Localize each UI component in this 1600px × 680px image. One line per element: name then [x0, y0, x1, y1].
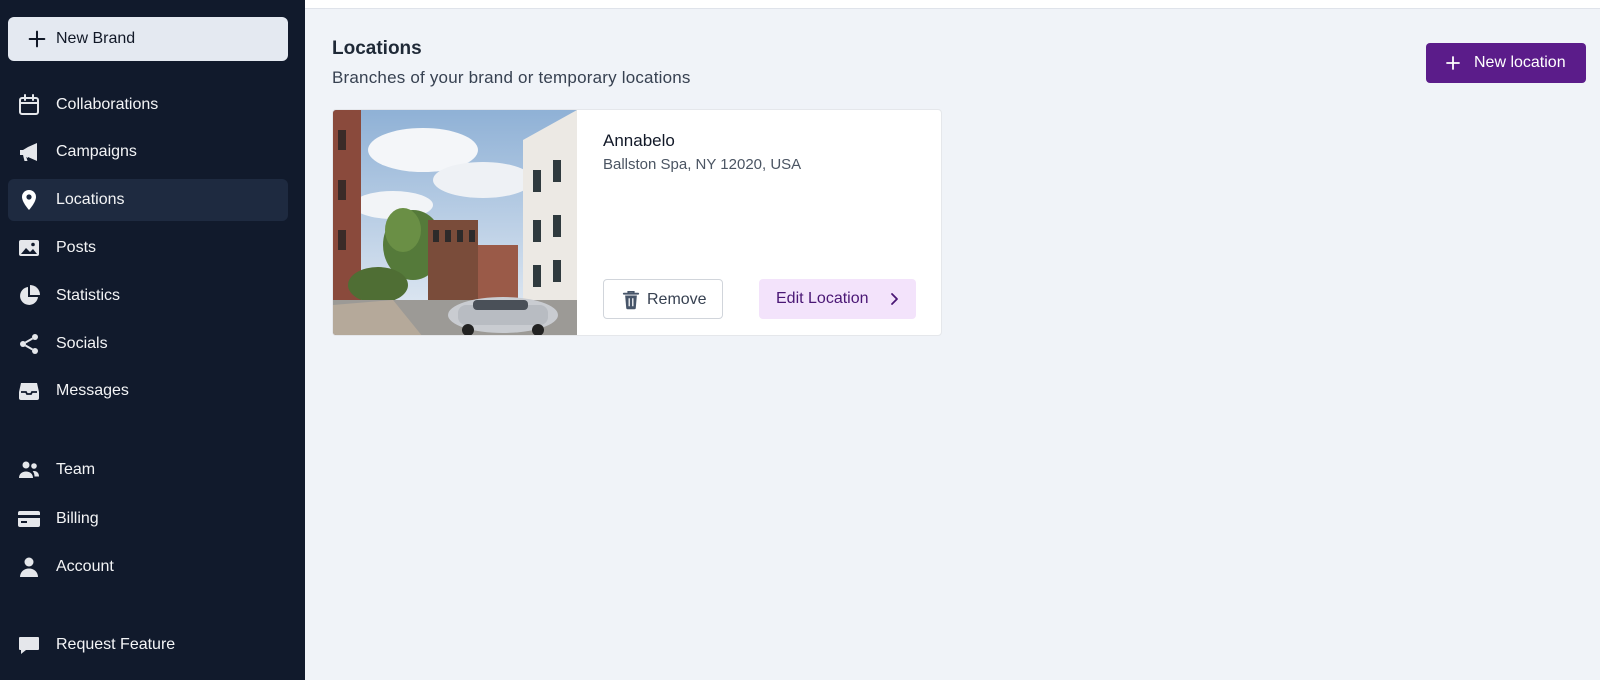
sidebar-item-label: Messages — [56, 382, 129, 399]
new-location-button[interactable]: New location — [1426, 43, 1586, 83]
sidebar-item-label: Campaigns — [56, 143, 137, 160]
sidebar-item-label: Team — [56, 461, 96, 478]
sidebar-item-label: Collaborations — [56, 96, 159, 113]
users-icon — [19, 461, 39, 478]
sidebar-item-posts[interactable]: Posts — [8, 227, 288, 269]
megaphone-icon — [20, 143, 37, 161]
edit-location-label: Edit Location — [776, 290, 869, 307]
location-card: Annabelo Ballston Spa, NY 12020, USA Rem… — [332, 109, 942, 336]
remove-location-button[interactable]: Remove — [603, 279, 723, 319]
sidebar-item-statistics[interactable]: Statistics — [8, 275, 288, 317]
trash-icon — [622, 291, 640, 310]
inbox-icon — [19, 383, 39, 400]
map-pin-icon — [22, 190, 36, 210]
sidebar-item-label: Locations — [56, 191, 125, 208]
share-icon — [20, 334, 38, 354]
new-brand-button[interactable]: New Brand — [8, 17, 288, 61]
remove-label: Remove — [647, 291, 707, 308]
photo-icon — [19, 240, 39, 256]
sidebar-item-label: Account — [56, 558, 114, 575]
sidebar-item-billing[interactable]: Billing — [8, 498, 288, 540]
sidebar: New Brand Collaborations Campaigns Locat… — [0, 0, 305, 680]
page-subtitle: Branches of your brand or temporary loca… — [332, 68, 691, 87]
sidebar-item-team[interactable]: Team — [8, 449, 288, 491]
sidebar-item-label: Statistics — [56, 287, 121, 304]
top-bar — [305, 0, 1600, 9]
user-icon — [20, 557, 38, 577]
page-title: Locations — [332, 38, 422, 59]
sidebar-item-collaborations[interactable]: Collaborations — [8, 84, 288, 126]
sidebar-item-socials[interactable]: Socials — [8, 323, 288, 365]
sidebar-item-label: Socials — [56, 335, 108, 352]
sidebar-item-request-feature[interactable]: Request Feature — [8, 624, 288, 666]
chevron-right-icon — [891, 293, 898, 305]
location-name: Annabelo — [603, 131, 675, 150]
sidebar-item-campaigns[interactable]: Campaigns — [8, 131, 288, 173]
location-photo — [333, 110, 577, 335]
sidebar-item-account[interactable]: Account — [8, 546, 288, 588]
pie-chart-icon — [20, 285, 40, 305]
credit-card-icon — [18, 511, 40, 527]
sidebar-item-label: Request Feature — [56, 636, 176, 653]
new-location-label: New location — [1474, 54, 1566, 71]
plus-icon — [1446, 56, 1460, 70]
plus-icon — [28, 30, 46, 48]
sidebar-item-label: Posts — [56, 239, 97, 256]
calendar-icon — [19, 94, 39, 115]
sidebar-item-messages[interactable]: Messages — [8, 370, 288, 412]
location-address: Ballston Spa, NY 12020, USA — [603, 156, 802, 173]
sidebar-item-locations[interactable]: Locations — [8, 179, 288, 221]
sidebar-item-label: Billing — [56, 510, 99, 527]
new-brand-label: New Brand — [56, 30, 136, 47]
chat-bubble-icon — [19, 637, 39, 654]
edit-location-button[interactable]: Edit Location — [759, 279, 916, 319]
